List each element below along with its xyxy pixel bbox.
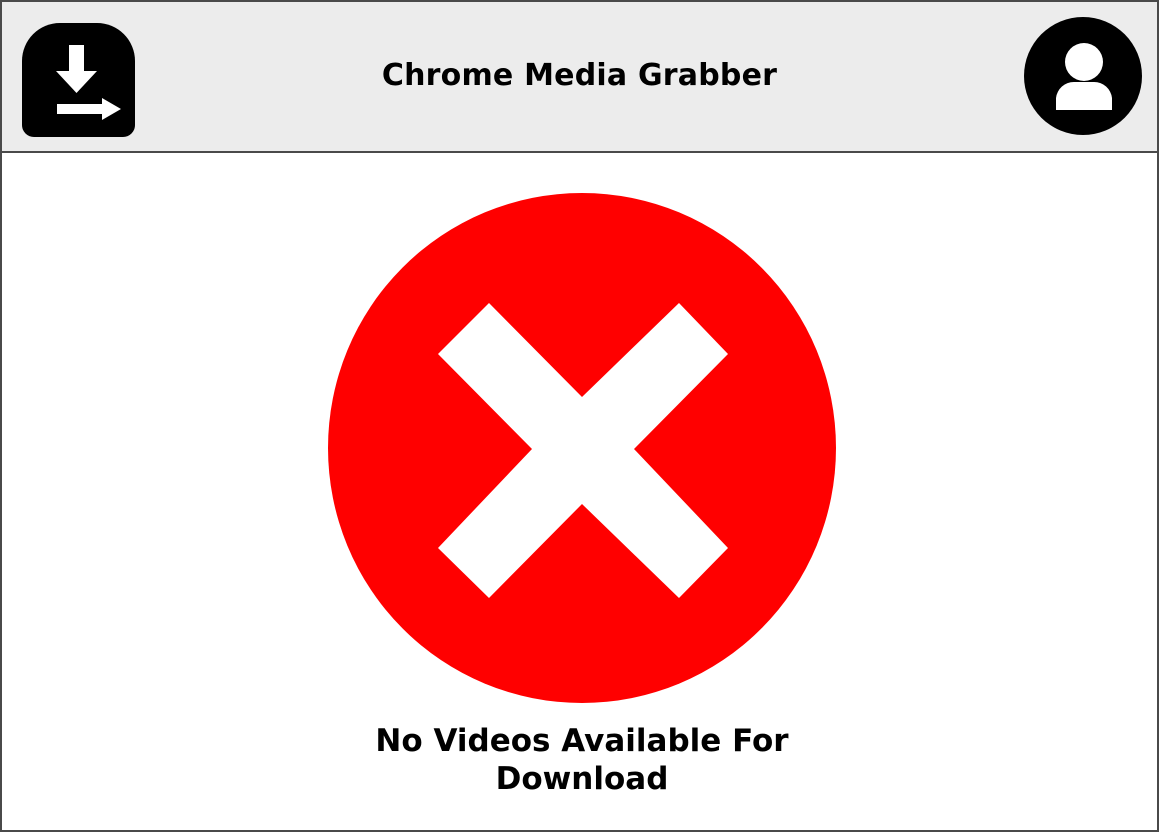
user-avatar-icon[interactable]	[1023, 16, 1143, 136]
empty-state-line-2: Download	[495, 761, 669, 797]
extension-popup: Chrome Media Grabber No Videos Available…	[0, 0, 1159, 832]
app-title: Chrome Media Grabber	[381, 58, 778, 93]
header-bar: Chrome Media Grabber	[2, 2, 1157, 153]
empty-state-line-1: No Videos Available For	[375, 723, 789, 759]
error-x-icon	[327, 192, 837, 704]
empty-state-message: No Videos Available For Download	[332, 722, 832, 798]
